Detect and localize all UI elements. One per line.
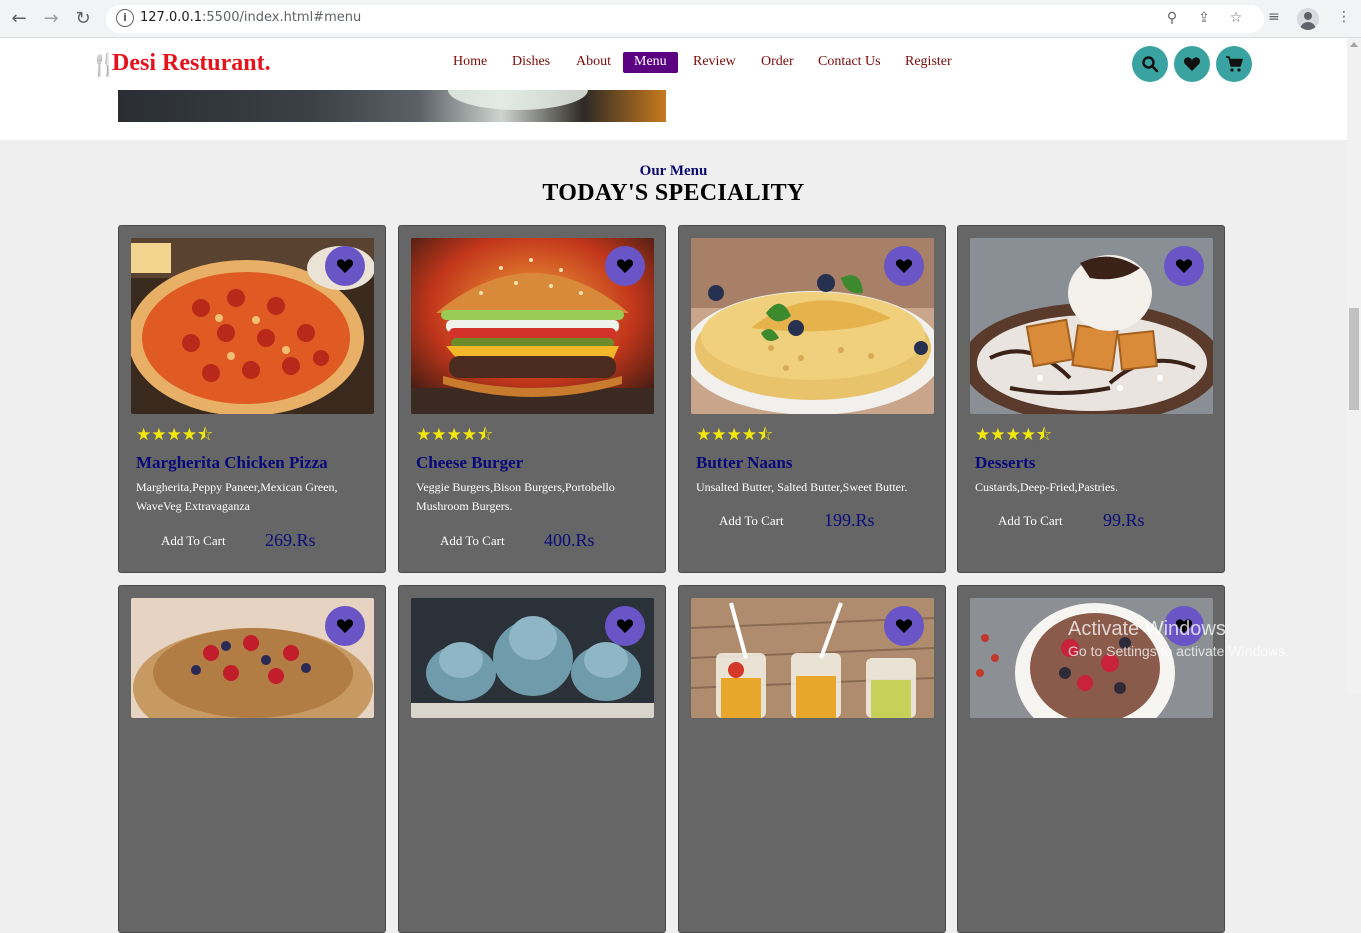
half-star-icon: ⯪ [196,425,214,445]
card-wishlist-button[interactable] [605,246,645,286]
site-header: 🍴Desi Resturant. Home Dishes About Menu … [0,38,1347,90]
menu-card-desserts: ★★★★⯪ Desserts Custards,Deep-Fried,Pastr… [957,225,1225,573]
search-icon [1142,56,1159,73]
hero-section-bottom [0,90,1347,140]
dish-price: 99.Rs [1103,510,1145,530]
section-title: TODAY'S SPECIALITY [542,180,805,206]
search-button[interactable] [1132,46,1168,82]
card-wishlist-button[interactable] [1164,246,1204,286]
nav-contact-us[interactable]: Contact Us [818,54,881,70]
add-to-cart-button[interactable]: Add To Cart [719,513,784,529]
address-bar[interactable]: i 127.0.0.1:5500/index.html#menu ⚲ ⇪ ☆ [106,5,1264,33]
section-subtitle: Our Menu [639,163,708,179]
site-logo[interactable]: 🍴Desi Resturant. [90,50,271,78]
activation-watermark-title: Activate Windows [1068,618,1226,640]
dish-name: Butter Naans [696,453,793,472]
card-wishlist-button[interactable] [605,606,645,646]
nav-home[interactable]: Home [453,54,487,70]
half-star-icon: ⯪ [476,425,494,445]
dish-price: 269.Rs [265,530,316,550]
logo-text: Desi Resturant. [112,50,271,76]
heart-icon [336,259,354,273]
reload-icon[interactable]: ↻ [72,8,94,30]
add-to-cart-button[interactable]: Add To Cart [161,533,226,549]
dish-price: 199.Rs [824,510,875,530]
scroll-up-arrow-icon[interactable] [1350,42,1358,47]
site-info-icon[interactable]: i [116,9,134,27]
dish-name: Desserts [975,453,1036,472]
url-text[interactable]: 127.0.0.1:5500/index.html#menu [140,10,361,25]
heart-icon [895,619,913,633]
heart-icon [1183,57,1201,71]
add-to-cart-button[interactable]: Add To Cart [440,533,505,549]
full-stars: ★★★★ [975,425,1036,445]
zoom-icon[interactable]: ⚲ [1162,8,1182,28]
forward-icon[interactable]: → [40,8,62,30]
add-to-cart-button[interactable]: Add To Cart [998,513,1063,529]
dish-description: Unsalted Butter, Salted Butter,Sweet But… [696,480,908,494]
full-stars: ★★★★ [136,425,197,445]
star-rating: ★★★★⯪ [416,422,493,451]
heart-icon [1175,259,1193,273]
heart-icon [895,259,913,273]
dish-description: Margherita,Peppy Paneer,Mexican Green, W… [136,480,338,513]
half-star-icon: ⯪ [1035,425,1053,445]
dish-description: Custards,Deep-Fried,Pastries. [975,480,1118,494]
menu-card-cupcakes [398,585,666,933]
dish-price: 400.Rs [544,530,595,550]
heart-icon [616,259,634,273]
nav-about[interactable]: About [576,54,611,70]
hero-food-image [118,90,666,122]
fork-knife-icon: 🍴 [90,53,118,78]
card-wishlist-button[interactable] [325,606,365,646]
dish-name: Cheese Burger [416,453,524,472]
browser-toolbar: ← → ↻ i 127.0.0.1:5500/index.html#menu ⚲… [0,0,1361,38]
star-rating: ★★★★⯪ [696,422,773,451]
card-wishlist-button[interactable] [884,246,924,286]
nav-menu[interactable]: Menu [623,52,678,73]
menu-card-pizza: ★★★★⯪ Margherita Chicken Pizza Margherit… [118,225,386,573]
menu-card-burger: ★★★★⯪ Cheese Burger Veggie Burgers,Bison… [398,225,666,573]
half-star-icon: ⯪ [756,425,774,445]
nav-order[interactable]: Order [761,54,794,70]
card-wishlist-button[interactable] [325,246,365,286]
reading-list-icon[interactable]: ≡ [1268,9,1280,25]
activation-watermark-text: Go to Settings to activate Windows. [1068,643,1289,659]
dish-description: Veggie Burgers,Bison Burgers,Portobello … [416,480,615,513]
dish-name: Margherita Chicken Pizza [136,453,328,472]
share-icon[interactable]: ⇪ [1194,8,1214,28]
profile-avatar-icon[interactable] [1297,8,1319,30]
full-stars: ★★★★ [696,425,757,445]
scrollbar-thumb[interactable] [1349,308,1359,410]
nav-dishes[interactable]: Dishes [512,54,550,70]
bookmark-star-icon[interactable]: ☆ [1226,8,1246,28]
cart-button[interactable] [1216,46,1252,82]
full-stars: ★★★★ [416,425,477,445]
back-icon[interactable]: ← [8,8,30,30]
star-rating: ★★★★⯪ [975,422,1052,451]
heart-icon [616,619,634,633]
cart-icon [1226,56,1243,72]
nav-register[interactable]: Register [905,54,952,70]
heart-icon [336,619,354,633]
star-rating: ★★★★⯪ [136,422,213,451]
card-wishlist-button[interactable] [884,606,924,646]
menu-card-butter-naans: ★★★★⯪ Butter Naans Unsalted Butter, Salt… [678,225,946,573]
menu-card-drinks [678,585,946,933]
menu-card-cake [118,585,386,933]
wishlist-button[interactable] [1174,46,1210,82]
menu-kebab-icon[interactable]: ⋮ [1337,9,1351,25]
nav-review[interactable]: Review [693,54,736,70]
